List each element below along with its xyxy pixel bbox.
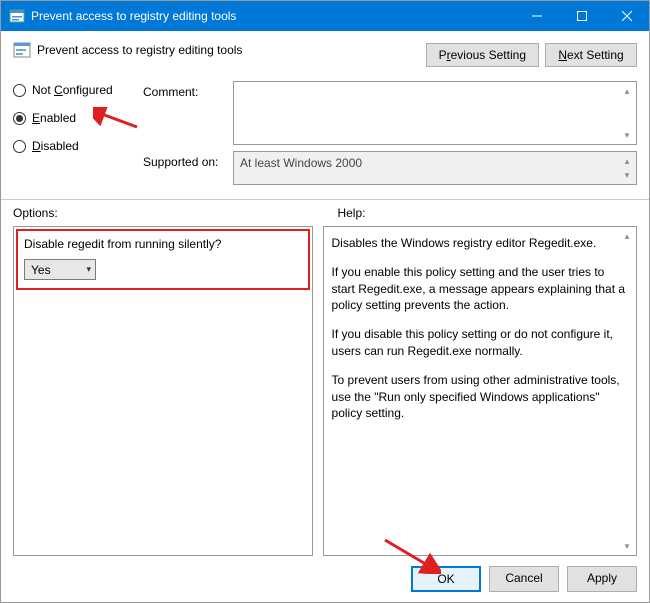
scroll-down-icon[interactable]: ▾ [620,168,634,182]
radio-label: Disabled [32,139,79,153]
help-text: Disables the Windows registry editor Reg… [332,235,628,422]
radio-icon [13,140,26,153]
comment-textarea[interactable]: ▴ ▾ [233,81,637,145]
supported-on-value: At least Windows 2000 [240,156,362,170]
titlebar[interactable]: Prevent access to registry editing tools [1,1,649,31]
radio-icon [13,84,26,97]
ok-button[interactable]: OK [411,566,481,592]
close-button[interactable] [604,1,649,31]
radio-label: Not Configured [32,83,113,97]
scroll-down-icon[interactable]: ▾ [620,539,634,553]
option-dropdown[interactable]: Yes ▾ [24,259,96,280]
maximize-button[interactable] [559,1,604,31]
help-heading: Help: [337,206,637,220]
policy-icon [13,41,31,59]
next-setting-button[interactable]: Next Setting [545,43,637,67]
option-question-label: Disable regedit from running silently? [24,237,302,251]
supported-on-label: Supported on: [143,151,233,169]
previous-setting-button[interactable]: Previous Setting [426,43,539,67]
options-heading: Options: [13,206,337,220]
app-icon [9,8,25,24]
radio-disabled[interactable]: Disabled [13,139,143,153]
radio-enabled[interactable]: Enabled [13,111,143,125]
window-title: Prevent access to registry editing tools [31,9,514,23]
policy-title: Prevent access to registry editing tools [37,43,242,57]
options-panel: Disable regedit from running silently? Y… [13,226,313,556]
help-panel: Disables the Windows registry editor Reg… [323,226,637,556]
radio-label: Enabled [32,111,76,125]
dialog-footer: OK Cancel Apply [1,556,649,602]
minimize-button[interactable] [514,1,559,31]
scroll-down-icon[interactable]: ▾ [620,128,634,142]
annotation-highlight: Disable regedit from running silently? Y… [16,229,310,290]
supported-on-field: At least Windows 2000 ▴ ▾ [233,151,637,185]
apply-button[interactable]: Apply [567,566,637,592]
chevron-down-icon: ▾ [86,264,91,275]
policy-dialog: Prevent access to registry editing tools [0,0,650,603]
comment-label: Comment: [143,81,233,99]
scroll-up-icon[interactable]: ▴ [620,84,634,98]
scroll-up-icon[interactable]: ▴ [620,229,634,243]
cancel-button[interactable]: Cancel [489,566,559,592]
scroll-up-icon[interactable]: ▴ [620,154,634,168]
dropdown-value: Yes [31,263,51,277]
radio-not-configured[interactable]: Not Configured [13,83,143,97]
divider [1,199,649,200]
radio-icon [13,112,26,125]
